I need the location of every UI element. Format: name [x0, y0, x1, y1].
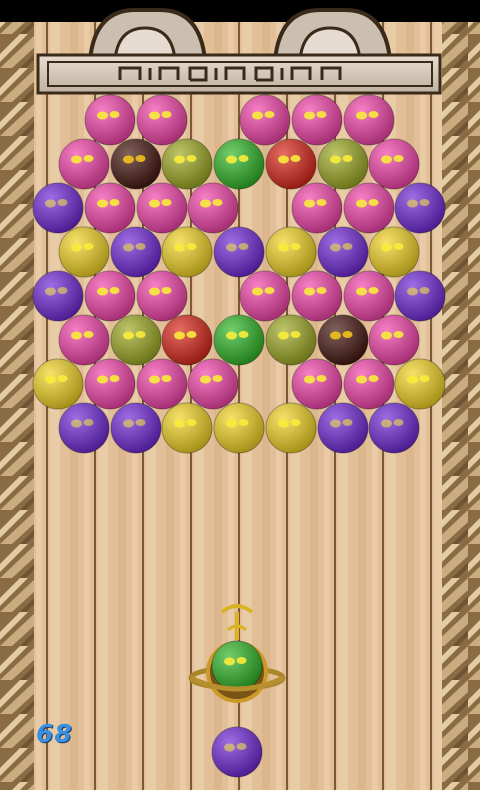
bubble: [136, 94, 188, 146]
bubble: [161, 138, 213, 190]
right-rope-border: [442, 20, 480, 790]
bubble: [187, 182, 239, 234]
bubble: [213, 226, 265, 278]
bubble: [265, 226, 317, 278]
left-rope-border: [0, 20, 34, 790]
bubble: [136, 270, 188, 322]
bubble: [213, 138, 265, 190]
bubble: [136, 182, 188, 234]
bubble: [265, 402, 317, 454]
bubble: [394, 358, 446, 410]
bubble: [265, 314, 317, 366]
bubble: [32, 358, 84, 410]
bubble: [317, 314, 369, 366]
bubble: [32, 270, 84, 322]
loaded-ball: [211, 640, 263, 692]
bubble: [84, 182, 136, 234]
bubble: [84, 270, 136, 322]
bubble: [343, 182, 395, 234]
bubble: [161, 402, 213, 454]
bubble: [317, 226, 369, 278]
bubble: [84, 358, 136, 410]
status-bar: [0, 0, 480, 22]
bubble: [265, 138, 317, 190]
bubble: [213, 314, 265, 366]
game-board[interactable]: [0, 0, 480, 790]
bubble: [239, 270, 291, 322]
bubble: [368, 314, 420, 366]
bubble: [161, 226, 213, 278]
bubble: [368, 138, 420, 190]
bubble: [58, 314, 110, 366]
bubble: [317, 138, 369, 190]
bubble: [291, 358, 343, 410]
bubble: [343, 358, 395, 410]
next-ball: [211, 726, 263, 778]
bubble: [161, 314, 213, 366]
bubble: [368, 226, 420, 278]
bubble: [291, 94, 343, 146]
score-counter: 68: [36, 719, 73, 748]
bubble: [343, 94, 395, 146]
bubble: [110, 138, 162, 190]
bubble: [291, 182, 343, 234]
bubble: [58, 138, 110, 190]
bubble: [394, 182, 446, 234]
bubble: [343, 270, 395, 322]
bubble: [239, 94, 291, 146]
bubble: [110, 402, 162, 454]
bubble: [317, 402, 369, 454]
bubble: [291, 270, 343, 322]
bubble: [394, 270, 446, 322]
bubble: [32, 182, 84, 234]
bubble: [110, 314, 162, 366]
bubble: [368, 402, 420, 454]
bubble: [110, 226, 162, 278]
bubble: [58, 402, 110, 454]
bubble: [213, 402, 265, 454]
bubble: [84, 94, 136, 146]
bubble: [136, 358, 188, 410]
bubble: [58, 226, 110, 278]
bubble: [187, 358, 239, 410]
